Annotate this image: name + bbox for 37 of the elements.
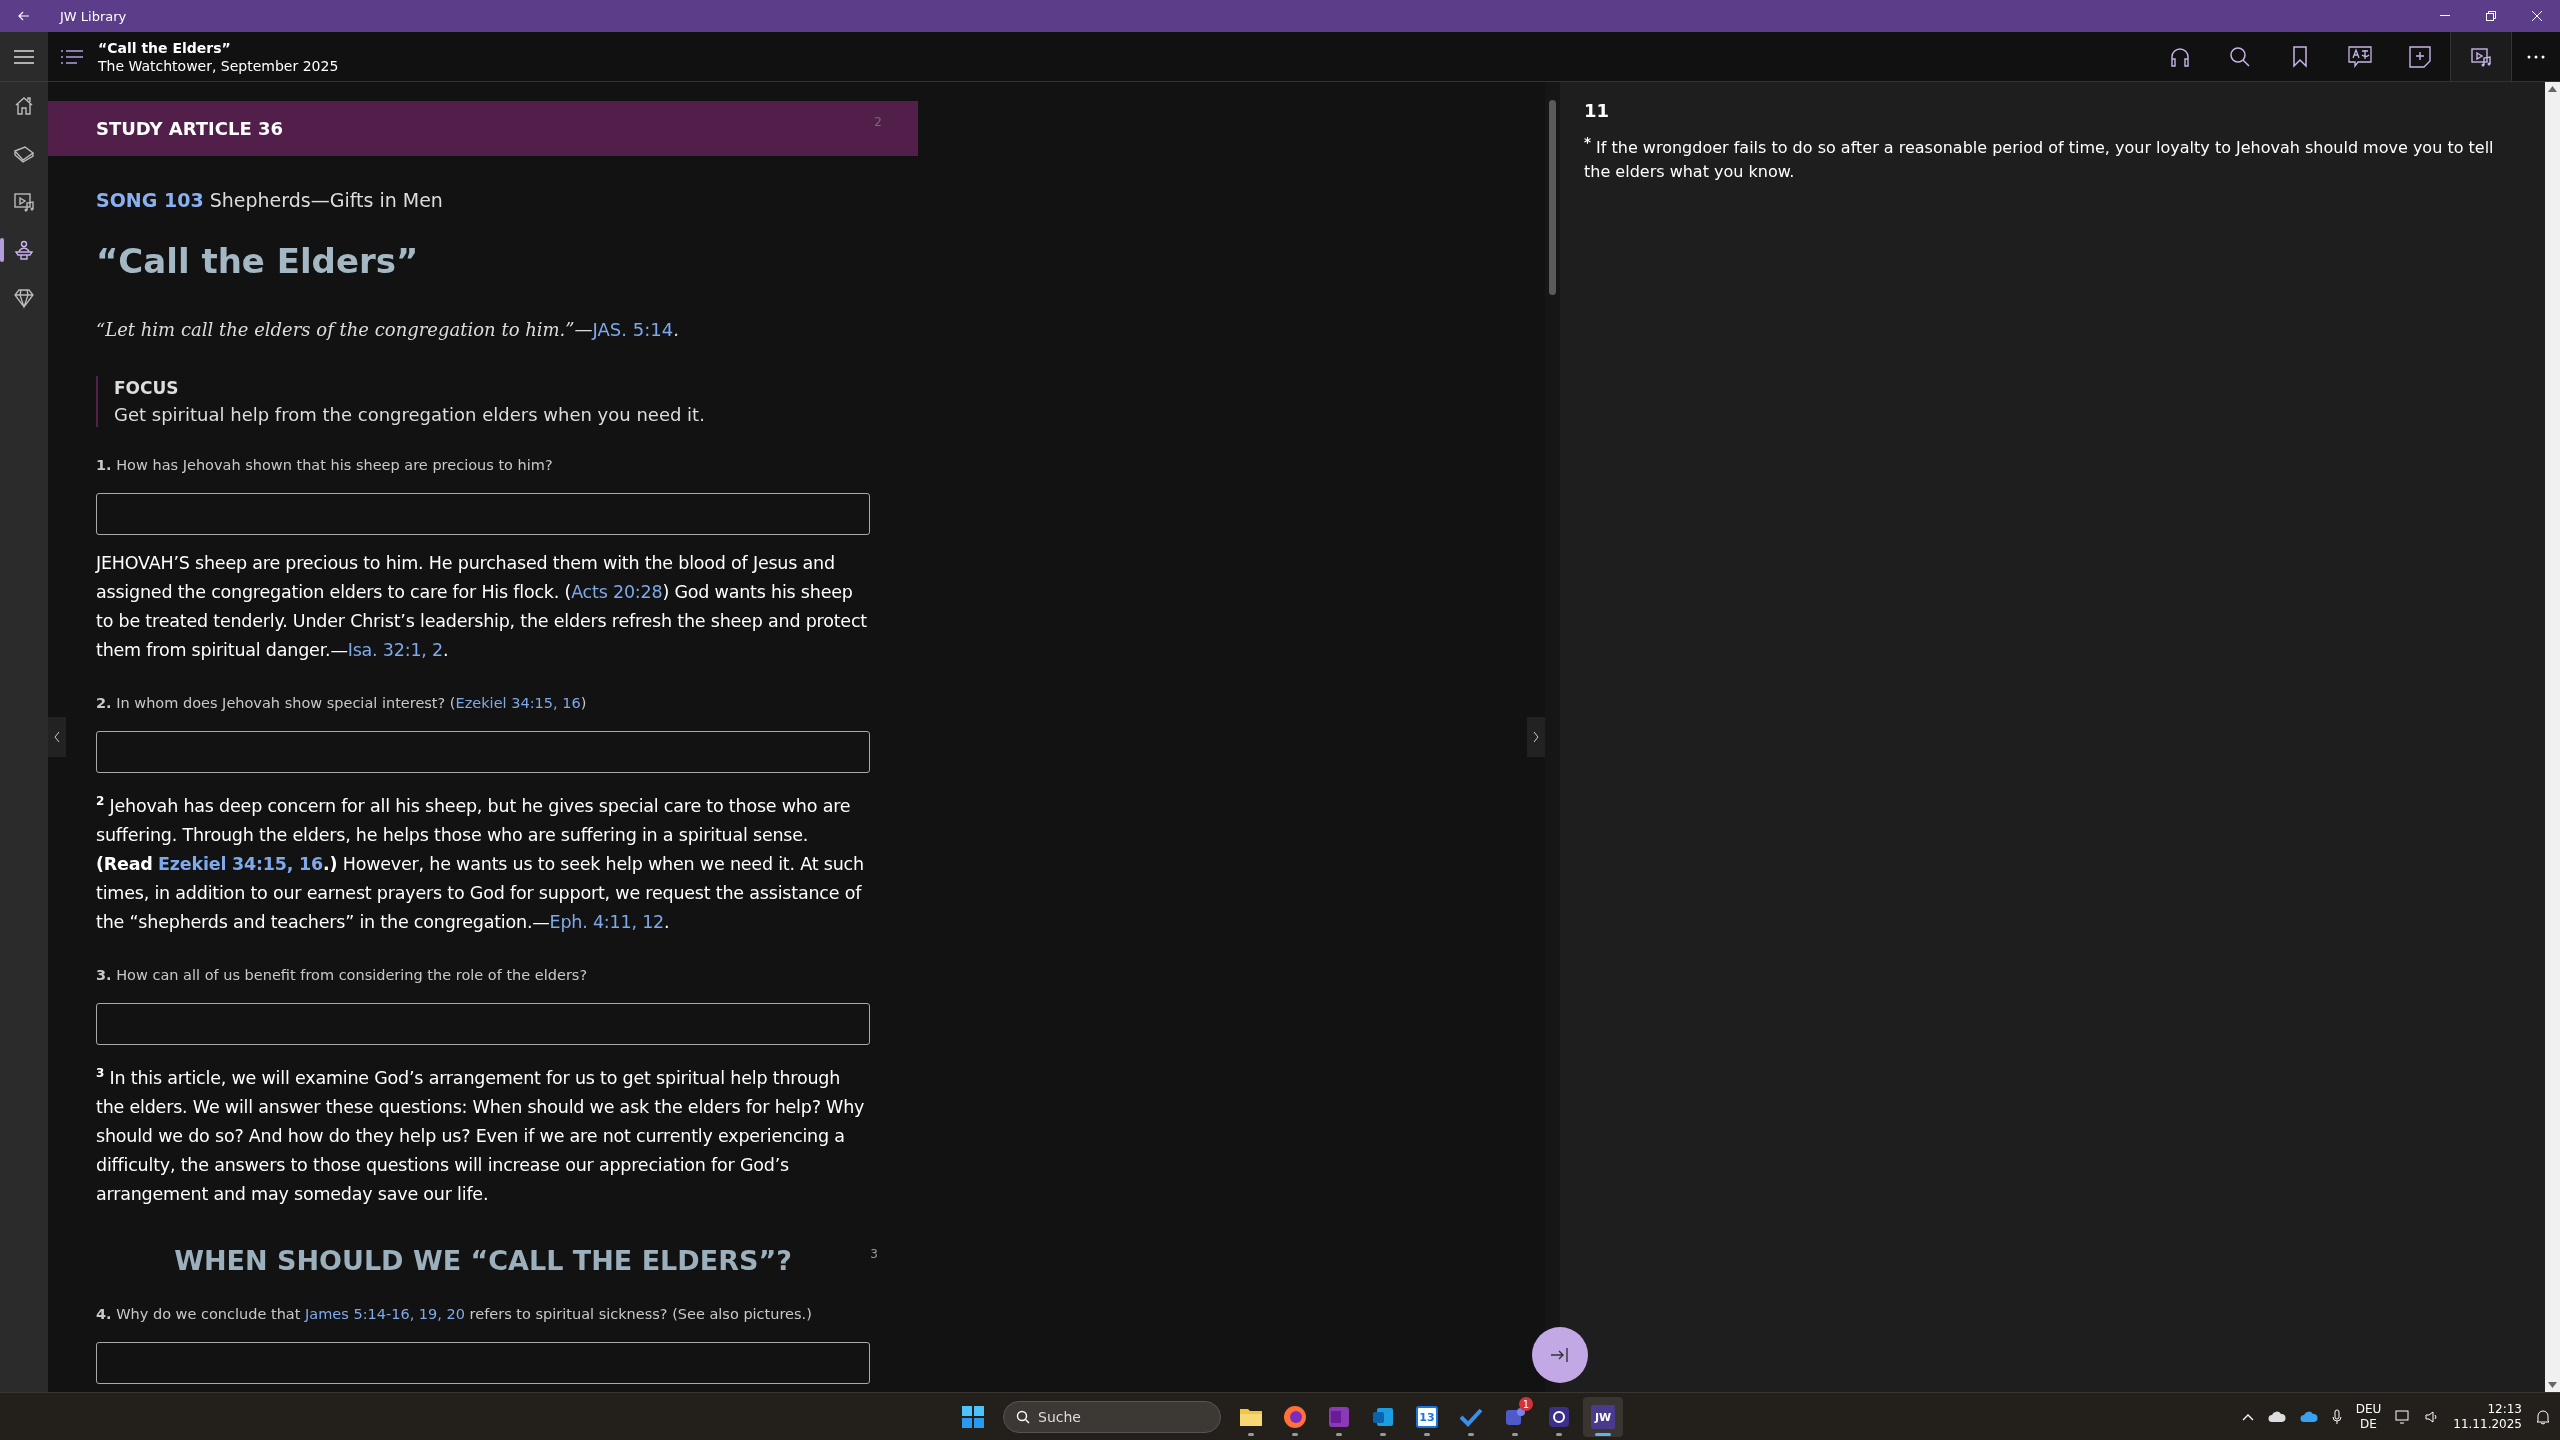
scripture-link[interactable]: James 5:14-16, 19, 20 [305,1305,465,1322]
section-heading: WHEN SHOULD WE “CALL THE ELDERS”? [174,1244,792,1276]
study-question: 4. Why do we conclude that James 5:14-16, 19, 20 refers to spiritual sickness? (See also pictures.) [96,1305,813,1322]
calendar-app-icon: 13 [1416,1406,1438,1428]
taskbar-app[interactable]: 1 [1495,1397,1535,1437]
scripture-link[interactable]: JAS. 5:14 [592,319,674,340]
paragraph-number: 11 [1584,100,1611,121]
jw-app-icon: JW [1591,1405,1615,1429]
notification-badge: 1 [1519,1397,1533,1411]
focus-text: Get spiritual help from the congregation elders when you need it. [114,404,706,425]
keyboard-language[interactable]: DEU DE [2355,1402,2382,1432]
search-field[interactable]: Suche [1003,1401,1221,1433]
page-number: 2 [874,115,882,129]
scripture-link[interactable]: Eph. 4:11, 12 [549,911,665,932]
theme-scripture: “Let him call the elders of the congregation to him.”—JAS. 5:14. [96,319,680,340]
focus-label: FOCUS [114,378,180,398]
paragraph: JEHOVAH’S sheep are precious to him. He purchased them with the blood of Jesus and assigned the congregation elders to care for His flock. (Acts 20:28) God wants his sheep to be treated tenderly. Under Christ’s leadership, the elders refresh the sheep and protect them from spiritual danger.—Isa. 32:1, 2. [96,552,868,662]
study-question: 1. How has Jehovah shown that his sheep are precious to him? [96,457,554,473]
publication-name: The Watchtower, September 2025 [98,56,340,75]
document-title: “Call the Elders” [98,38,232,57]
paragraph: $^{2}$ Jehovah has deep concern for all his sheep, but he gives special care to those who are suffering. Through the elders, he helps those who are suffering in a spiritual sense. (Read Ezekiel 34:15, 16.) However, he wants us to seek help when we need it. At such times, in addition to our earnest prayers to God for support, we request the assistance of the “shepherds and teachers” in the congregation.—Eph. 4:11, 12. [96,793,865,934]
taskbar-app[interactable]: JW [1583,1397,1623,1437]
paragraph: $^{3}$ In this article, we will examine God’s arrangement for us to get spiritual help through the elders. We will answer these questions: When should we ask the elders for help? Why should we do so? And how do they help us? Even if we are not currently experiencing a difficulty, the answers to those questions will increase our appreciation for God’s arrangement and may someday save our life. [96,1064,866,1206]
clock[interactable]: 12:13 11.11.2025 [2453,1402,2522,1432]
scripture-link[interactable]: Ezekiel 34:15, 16 [455,695,581,711]
window-title: JW Library [60,8,128,24]
article-title: “Call the Elders” [96,241,420,281]
scripture-link[interactable]: Isa. 32:1, 2 [347,640,443,660]
article-label: STUDY ARTICLE 36 [96,118,284,139]
page-number: 3 [870,1246,878,1261]
song-line: SONG 103 Shepherds—Gifts in Men [96,189,444,211]
scripture-link[interactable]: Ezekiel 34:15, 16 [158,853,324,874]
taskbar-app[interactable]: 13 [1407,1397,1447,1437]
footnote-text: $^{*}$ If the wrongdoer fails to do so after a reasonable period of time, your loyalty to Jehovah should move you to tell the elders what you know. [1584,134,2495,184]
scripture-link[interactable]: Acts 20:28 [571,582,663,602]
study-question: 2. In whom does Jehovah show special interest? (Ezekiel 34:15, 16) [96,695,588,711]
study-question: 3. How can all of us benefit from considering the role of the elders? [96,966,589,983]
